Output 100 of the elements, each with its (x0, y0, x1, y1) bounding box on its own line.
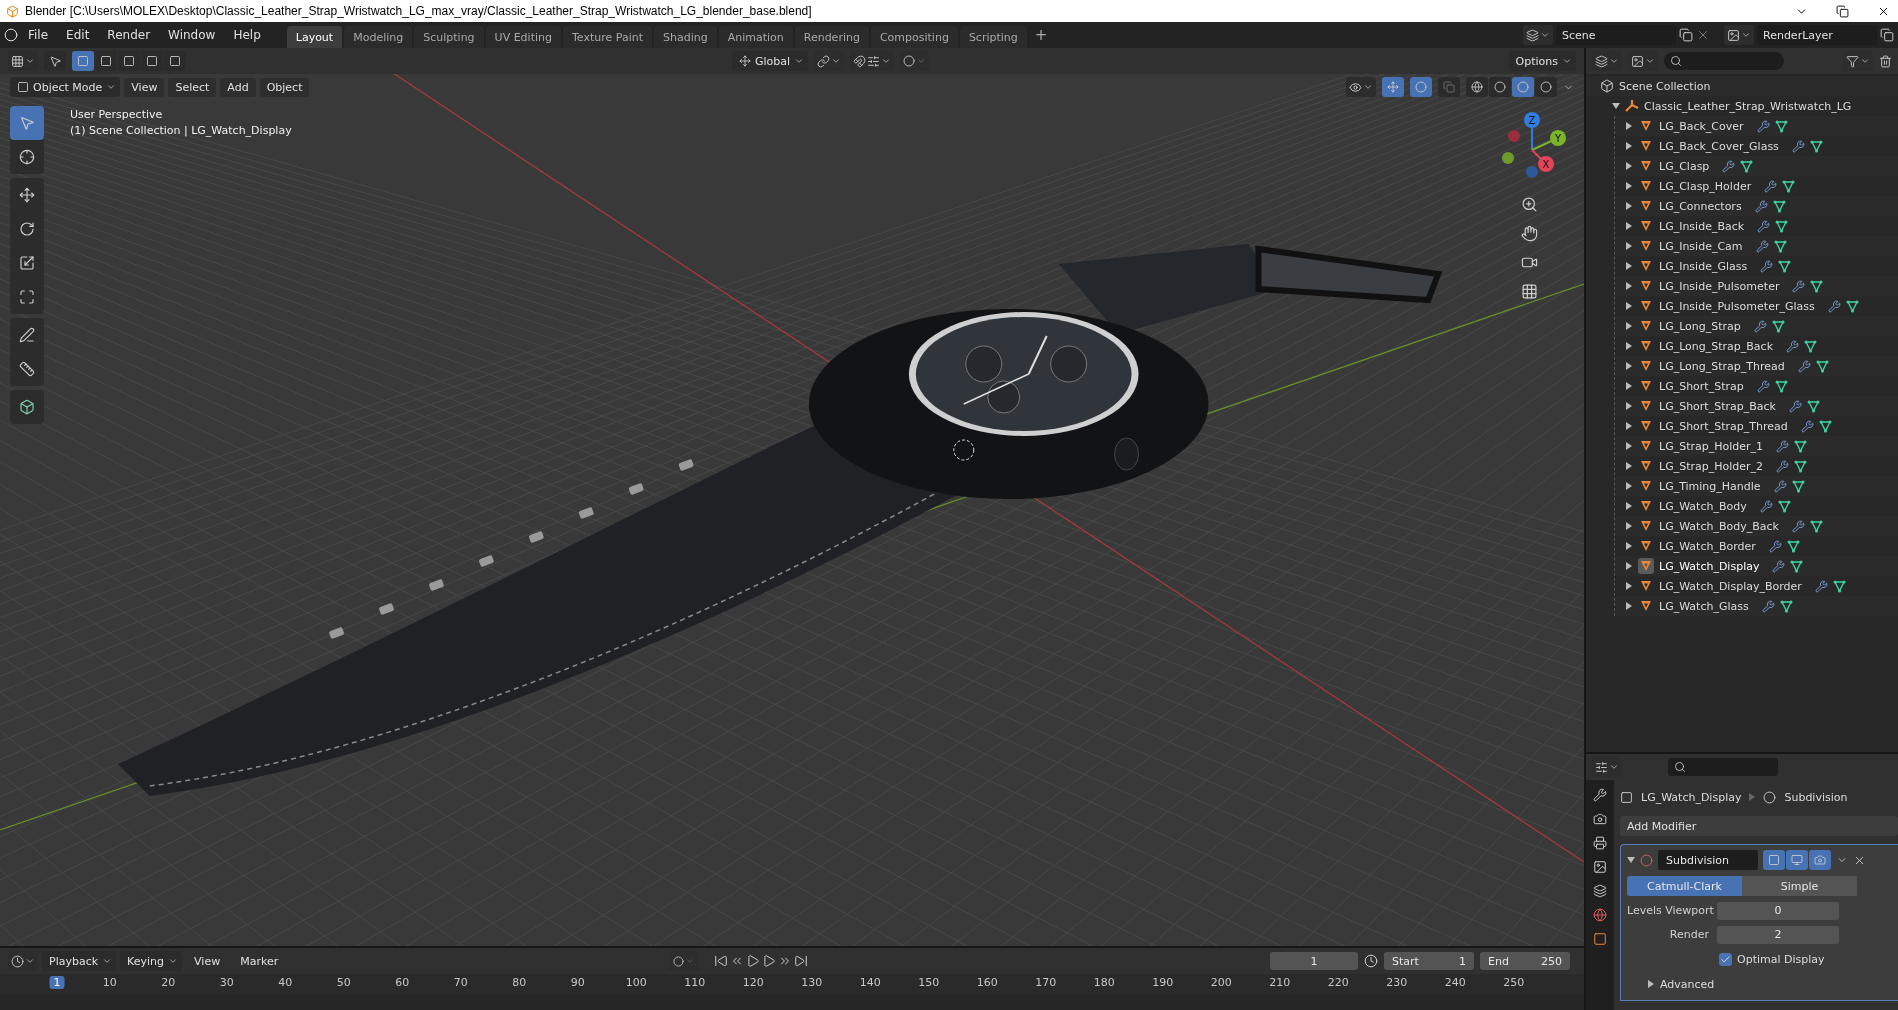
wrench-icon[interactable] (1792, 279, 1806, 293)
eye-icon[interactable] (1349, 80, 1362, 94)
restore-icon[interactable] (1836, 4, 1849, 18)
expand-arrow-icon[interactable] (1625, 342, 1633, 350)
expand-arrow-icon[interactable] (1625, 382, 1633, 390)
mesh-data-icon[interactable] (1845, 299, 1859, 313)
outliner-item[interactable]: LG_Strap_Holder_2 (1659, 459, 1764, 473)
mesh-data-icon[interactable] (1804, 339, 1818, 353)
select-mode-button[interactable] (95, 51, 117, 71)
outliner-item[interactable]: LG_Watch_Border (1659, 539, 1756, 553)
wrench-icon[interactable] (1760, 259, 1774, 273)
expand-arrow-icon[interactable] (1625, 322, 1633, 330)
select-mode-button[interactable] (164, 51, 186, 71)
wrench-icon[interactable] (1827, 299, 1841, 313)
wrench-icon[interactable] (1791, 139, 1805, 153)
mesh-data-icon[interactable] (1791, 479, 1805, 493)
outliner-item[interactable]: LG_Clasp (1659, 159, 1710, 173)
outliner-item[interactable]: LG_Back_Cover_Glass (1659, 139, 1779, 153)
wrench-icon[interactable] (1753, 319, 1767, 333)
expand-arrow-icon[interactable] (1625, 422, 1633, 430)
workspace-tab[interactable]: UV Editing (485, 26, 561, 48)
collapse-arrow-icon[interactable] (1627, 856, 1635, 864)
render-tab-icon[interactable] (1593, 812, 1607, 826)
timeline-menu-item[interactable]: Marker (232, 951, 287, 971)
stopwatch-icon[interactable] (1364, 954, 1378, 968)
clock-icon[interactable] (11, 954, 24, 968)
caret-icon[interactable] (1363, 82, 1373, 92)
menu-item[interactable]: Render (99, 25, 159, 45)
wrench-icon[interactable] (1776, 459, 1790, 473)
play-reverse-icon[interactable] (746, 954, 761, 968)
expand-arrow-icon[interactable] (1625, 302, 1633, 310)
mesh-data-icon[interactable] (1806, 399, 1820, 413)
menu-item[interactable]: File (20, 25, 57, 45)
expand-arrow-icon[interactable] (1625, 442, 1633, 450)
view-layer-icon[interactable] (1631, 54, 1644, 68)
play-icon[interactable] (762, 954, 777, 968)
mesh-data-icon[interactable] (1794, 459, 1808, 473)
proportional-icon[interactable] (903, 55, 916, 67)
outliner-item[interactable]: LG_Long_Strap (1659, 319, 1741, 333)
outliner-item[interactable]: LG_Inside_Cam (1659, 239, 1743, 253)
current-frame-field[interactable]: 1 (1270, 952, 1358, 970)
outliner-item[interactable]: LG_Short_Strap_Back (1659, 399, 1776, 413)
select-tool-button[interactable] (44, 51, 66, 71)
workspace-tab[interactable]: Compositing (870, 26, 958, 48)
wrench-icon[interactable] (1791, 519, 1805, 533)
expand-arrow-icon[interactable] (1625, 522, 1633, 530)
shading-mode-button[interactable] (1535, 77, 1557, 97)
grid-icon[interactable] (1520, 283, 1538, 300)
outliner-item[interactable]: LG_Watch_Glass (1659, 599, 1749, 613)
snap-target-icon[interactable] (867, 54, 881, 68)
visibility-button[interactable] (1346, 77, 1376, 97)
outliner-item[interactable]: LG_Inside_Pulsometer (1659, 279, 1780, 293)
caret-icon[interactable] (1645, 56, 1655, 66)
object-icon[interactable] (1638, 558, 1654, 574)
wrench-icon[interactable] (1768, 539, 1782, 553)
view-layer-field[interactable]: RenderLayer (1757, 25, 1877, 45)
world-tab-icon[interactable] (1593, 908, 1607, 922)
number-field[interactable]: 0 (1717, 901, 1839, 920)
expand-arrow-icon[interactable] (1625, 142, 1633, 150)
scene-field[interactable]: Scene (1556, 25, 1676, 45)
menu-item[interactable]: Help (225, 25, 269, 45)
menu-item[interactable]: Window (160, 25, 224, 45)
timeline-menu-dropdown[interactable]: Keying (120, 951, 183, 971)
properties-icon[interactable] (1595, 760, 1608, 774)
mesh-data-icon[interactable] (1773, 239, 1787, 253)
expand-arrow-icon[interactable] (1625, 262, 1633, 270)
outliner-item[interactable]: LG_Watch_Body_Back (1659, 519, 1779, 533)
orientation-dropdown[interactable]: Global (732, 51, 809, 71)
trash-icon[interactable] (1879, 54, 1892, 68)
outliner-item[interactable]: LG_Inside_Glass (1659, 259, 1748, 273)
outliner-item[interactable]: LG_Short_Strap_Thread (1659, 419, 1788, 433)
mesh-data-icon[interactable] (1810, 279, 1824, 293)
expand-arrow-icon[interactable] (1625, 162, 1633, 170)
app-menu-icon[interactable] (4, 28, 18, 42)
wrench-icon[interactable] (1756, 119, 1770, 133)
pivot-icon[interactable] (817, 54, 831, 68)
edit-mode-toggle[interactable] (1763, 850, 1785, 870)
wrench-icon[interactable] (1764, 179, 1778, 193)
wrench-icon[interactable] (1772, 559, 1786, 573)
viewport-toggle[interactable] (1786, 850, 1808, 870)
caret-icon[interactable] (831, 56, 842, 66)
hand-icon[interactable] (1520, 225, 1538, 242)
outliner-item[interactable]: Classic_Leather_Strap_Wristwatch_LG (1644, 99, 1852, 113)
outliner-item[interactable]: LG_Strap_Holder_1 (1659, 439, 1764, 453)
mesh-data-icon[interactable] (1778, 259, 1792, 273)
workspace-tab[interactable]: Rendering (794, 26, 869, 48)
caret-icon[interactable] (1540, 30, 1550, 40)
timeline-menu-dropdown[interactable]: Playback (42, 951, 117, 971)
search-field[interactable] (1668, 758, 1778, 776)
expand-arrow-icon[interactable] (1625, 182, 1633, 190)
expand-arrow-icon[interactable] (1625, 542, 1633, 550)
editor-type-icon[interactable] (11, 54, 24, 68)
viewport-menu-item[interactable]: Object (259, 77, 310, 97)
mesh-data-icon[interactable] (1809, 139, 1823, 153)
mesh-data-icon[interactable] (1774, 119, 1788, 133)
timeline-menu-item[interactable]: View (186, 951, 229, 971)
outliner-icon[interactable] (1595, 54, 1608, 68)
expand-arrow-icon[interactable] (1625, 502, 1633, 510)
expand-arrow-icon[interactable] (1612, 102, 1620, 110)
caret-icon[interactable] (1741, 30, 1751, 40)
